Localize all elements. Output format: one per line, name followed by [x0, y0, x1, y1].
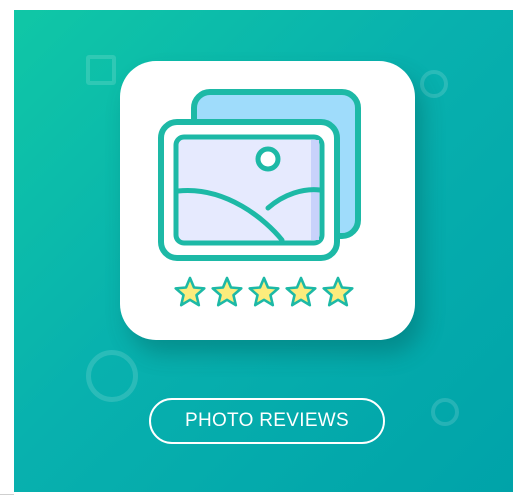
page-edge-line — [0, 494, 14, 495]
decorative-ring-bottom-left — [86, 350, 138, 402]
star-rating — [174, 276, 354, 307]
photo-reviews-button[interactable]: PHOTO REVIEWS — [149, 398, 385, 444]
photo-reviews-banner: PHOTO REVIEWS — [14, 10, 513, 492]
decorative-ring-bottom-right — [431, 398, 459, 426]
app-icon-card — [120, 61, 415, 340]
star-icon — [174, 276, 206, 307]
star-icon — [285, 276, 317, 307]
star-icon — [211, 276, 243, 307]
decorative-ring-top-right — [420, 70, 448, 98]
photo-reviews-button-label: PHOTO REVIEWS — [184, 410, 350, 431]
star-icon — [322, 276, 354, 307]
photo-gallery-icon — [158, 89, 361, 261]
star-icon — [248, 276, 280, 307]
decorative-square-shape — [86, 55, 116, 85]
